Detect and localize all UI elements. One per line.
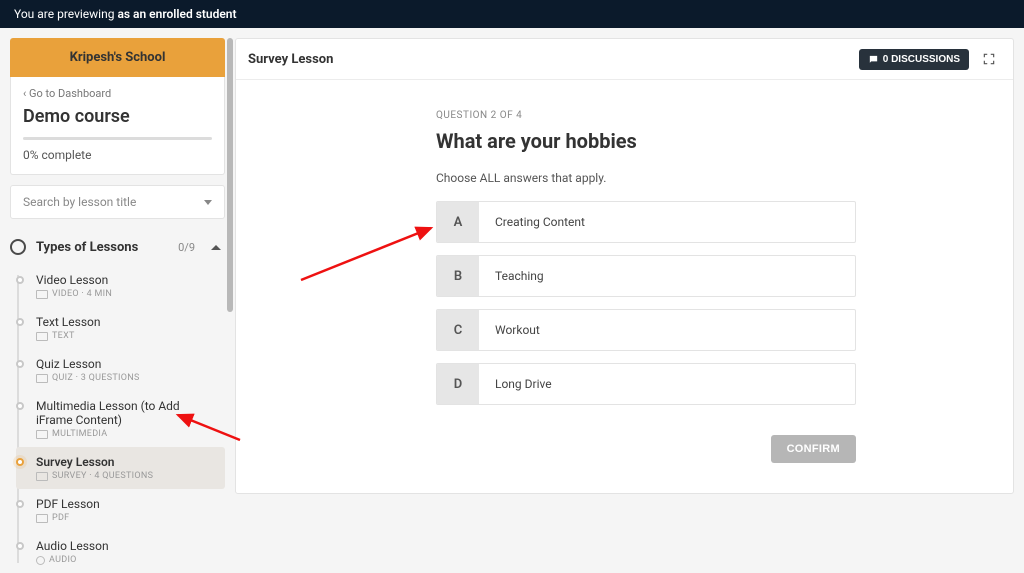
survey-icon [36,472,48,481]
lesson-item[interactable]: Text Lesson TEXT [16,307,225,349]
lesson-item[interactable]: Audio Lesson AUDIO [16,531,225,573]
progress-label: 0% complete [23,148,212,162]
chevron-down-icon [204,200,212,205]
lesson-meta-text: QUIZ · 3 QUESTIONS [52,373,140,383]
multimedia-icon [36,430,48,439]
answer-option[interactable]: ACreating Content [436,201,856,243]
search-lessons-dropdown[interactable]: Search by lesson title [10,185,225,219]
lesson-status-dot-icon [16,276,24,284]
expand-icon [982,52,996,66]
lesson-meta: VIDEO · 4 MIN [36,289,219,299]
chevron-up-icon [211,245,221,250]
lesson-meta-text: AUDIO [49,555,77,565]
lesson-status-dot-icon [16,542,24,550]
content-header: Survey Lesson 0 DISCUSSIONS [236,39,1013,80]
lesson-title: Text Lesson [36,315,219,329]
answer-letter: D [437,364,479,404]
lesson-item[interactable]: Quiz Lesson QUIZ · 3 QUESTIONS [16,349,225,391]
answer-option[interactable]: BTeaching [436,255,856,297]
answer-letter: B [437,256,479,296]
audio-icon [36,556,45,565]
go-to-dashboard-link[interactable]: Go to Dashboard [23,87,212,100]
answer-letter: C [437,310,479,350]
lesson-title: Quiz Lesson [36,357,219,371]
lesson-status-dot-icon [16,500,24,508]
answer-text: Workout [479,310,556,350]
question-progress: QUESTION 2 OF 4 [436,110,953,121]
lesson-item[interactable]: Survey Lesson SURVEY · 4 QUESTIONS [16,447,225,489]
answer-letter: A [437,202,479,242]
answers-list: ACreating ContentBTeachingCWorkoutDLong … [436,201,856,405]
preview-prefix: You are previewing [14,7,117,21]
lessons-list: Video Lesson VIDEO · 4 MIN Text Lesson TEXT… [10,265,225,573]
question-title: What are your hobbies [436,129,953,153]
lesson-title: Video Lesson [36,273,219,287]
chapter-title: Types of Lessons [36,240,138,255]
lesson-title: Multimedia Lesson (to Add iFrame Content… [36,399,219,427]
preview-banner: You are previewing as an enrolled studen… [0,0,1024,28]
fullscreen-button[interactable] [977,47,1001,71]
lesson-item[interactable]: Video Lesson VIDEO · 4 MIN [16,265,225,307]
progress-bar [23,137,212,140]
lesson-status-dot-icon [16,360,24,368]
sidebar: Kripesh's School Go to Dashboard Demo co… [0,28,235,504]
content-body: QUESTION 2 OF 4 What are your hobbies Ch… [236,80,1013,493]
lesson-meta: QUIZ · 3 QUESTIONS [36,373,219,383]
answer-text: Long Drive [479,364,568,404]
lesson-status-dot-icon [16,458,24,466]
answer-text: Creating Content [479,202,601,242]
discussions-label: 0 DISCUSSIONS [883,54,960,65]
chat-icon [868,54,879,65]
annotation-arrow-main [296,220,446,294]
main-area: Survey Lesson 0 DISCUSSIONS QUESTION 2 O… [235,28,1024,504]
discussions-button[interactable]: 0 DISCUSSIONS [859,49,969,70]
chapter-header[interactable]: Types of Lessons 0/9 [10,229,225,265]
answer-option[interactable]: DLong Drive [436,363,856,405]
content-lesson-title: Survey Lesson [248,52,851,67]
lesson-status-dot-icon [16,402,24,410]
lesson-meta-text: VIDEO · 4 MIN [52,289,112,299]
lesson-meta-text: SURVEY · 4 QUESTIONS [52,471,153,481]
quiz-icon [36,374,48,383]
sidebar-scrollbar-thumb[interactable] [227,38,233,312]
lesson-item[interactable]: Multimedia Lesson (to Add iFrame Content… [16,391,225,447]
text-icon [36,332,48,341]
lesson-title: Survey Lesson [36,455,219,469]
chapter-progress-circle-icon [10,239,26,255]
video-icon [36,290,48,299]
lesson-meta-text: PDF [52,513,69,523]
lesson-item[interactable]: PDF Lesson PDF [16,489,225,531]
course-title: Demo course [23,106,212,127]
lesson-meta-text: MULTIMEDIA [52,429,107,439]
course-card: Go to Dashboard Demo course 0% complete [10,77,225,175]
answer-text: Teaching [479,256,560,296]
lesson-status-dot-icon [16,318,24,326]
lesson-meta: AUDIO [36,555,219,565]
confirm-button[interactable]: CONFIRM [771,435,856,463]
school-header: Kripesh's School [10,38,225,77]
answer-option[interactable]: CWorkout [436,309,856,351]
lesson-meta: PDF [36,513,219,523]
pdf-icon [36,514,48,523]
lesson-meta: TEXT [36,331,219,341]
question-instruction: Choose ALL answers that apply. [436,171,953,185]
sidebar-scrollbar[interactable] [227,38,233,494]
chapter-count: 0/9 [178,241,195,254]
lesson-title: Audio Lesson [36,539,219,553]
preview-role: as an enrolled student [117,7,236,21]
lesson-meta-text: TEXT [52,331,75,341]
content-card: Survey Lesson 0 DISCUSSIONS QUESTION 2 O… [235,38,1014,494]
lesson-title: PDF Lesson [36,497,219,511]
search-placeholder: Search by lesson title [23,195,136,209]
lesson-meta: SURVEY · 4 QUESTIONS [36,471,219,481]
lesson-meta: MULTIMEDIA [36,429,219,439]
